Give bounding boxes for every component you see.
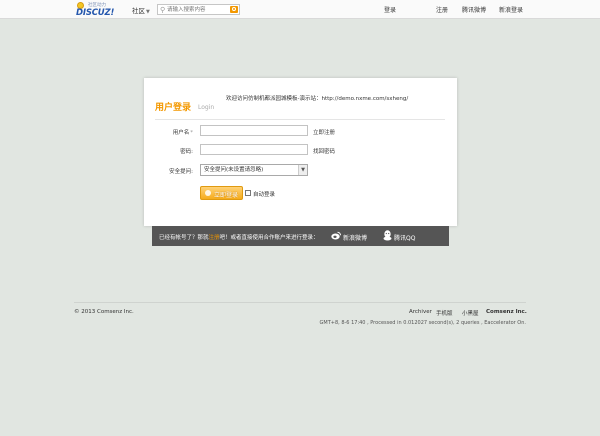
password-label: 密码: <box>180 149 193 155</box>
footer-gmt-info: GMT+8, 8-6 17:40 , Processed in 0.012027… <box>319 320 526 326</box>
register-link[interactable]: 立即注册 <box>313 128 335 136</box>
qq-icon[interactable] <box>383 230 392 241</box>
footer-divider <box>74 302 526 303</box>
login-icon <box>205 190 211 196</box>
qq-login-link[interactable]: 腾讯QQ <box>394 233 415 242</box>
remember-me-label[interactable]: 自动登录 <box>253 190 275 198</box>
login-submit-label: 立即登录 <box>214 192 239 199</box>
footer-link-archiver[interactable]: Archiver <box>409 309 432 315</box>
page-subtitle: Login <box>198 104 215 111</box>
security-question-value: 安全提问(未设置请忽略) <box>204 167 264 173</box>
social-prompt-post: 吧！或者直接使用合作账户来进行登录： <box>219 235 319 241</box>
security-question-label: 安全提问: <box>169 169 193 175</box>
social-login-bar: 已经有帐号了？那就注册吧！或者直接使用合作账户来进行登录： 新浪微博 腾讯QQ <box>152 226 449 246</box>
topnav-login[interactable]: 登录 <box>384 5 396 14</box>
security-question-select[interactable]: 安全提问(未设置请忽略) ▼ <box>200 164 308 176</box>
remember-me-checkbox[interactable] <box>245 190 251 196</box>
title-divider <box>155 119 445 120</box>
search-input[interactable] <box>167 5 227 14</box>
username-label-text: 用户名 <box>172 130 190 136</box>
discuz-logo[interactable]: 社区动力 DISCUZ! <box>74 2 114 18</box>
required-asterisk: * <box>190 130 193 136</box>
social-prompt: 已经有帐号了？那就注册吧！或者直接使用合作账户来进行登录： <box>159 233 319 241</box>
top-bar: 社区动力 DISCUZ! 社区▼ ⚲ 登录 注册 腾讯微博 新浪登录 <box>0 0 600 19</box>
login-panel: 欢迎访问仿制机都派园城模板-演示站：http://demo.nxme.com/s… <box>144 78 457 226</box>
search-box: ⚲ <box>157 4 240 15</box>
topnav-tencent-weibo[interactable]: 腾讯微博 <box>462 5 486 14</box>
search-button[interactable] <box>230 6 238 13</box>
search-icon: ⚲ <box>160 6 166 14</box>
topnav-sina-login[interactable]: 新浪登录 <box>499 5 523 14</box>
footer-link-blackroom[interactable]: 小黑屋 <box>462 309 479 317</box>
weibo-login-link[interactable]: 新浪微博 <box>343 233 367 242</box>
footer-company: Comsenz Inc. <box>486 309 527 315</box>
password-field[interactable] <box>200 144 308 155</box>
social-register-link[interactable]: 注册 <box>209 235 220 241</box>
username-label: 用户名* <box>173 128 193 136</box>
community-label: 社区 <box>132 7 145 15</box>
forgot-password-link[interactable]: 找回密码 <box>313 147 335 155</box>
page-title: 用户登录 <box>155 103 192 113</box>
community-menu[interactable]: 社区▼ <box>132 5 150 15</box>
welcome-notice: 欢迎访问仿制机都派园城模板-演示站：http://demo.nxme.com/s… <box>226 96 409 102</box>
chevron-down-icon: ▼ <box>298 165 307 175</box>
username-field[interactable] <box>200 125 308 136</box>
weibo-icon[interactable] <box>331 231 341 240</box>
topnav-register[interactable]: 注册 <box>436 5 448 14</box>
login-submit-button[interactable]: 立即登录 <box>200 186 243 200</box>
footer-link-mobile[interactable]: 手机版 <box>436 309 453 317</box>
logo-wordmark: DISCUZ! <box>76 8 115 18</box>
footer-copyright: © 2013 Comsenz Inc. <box>74 309 134 315</box>
social-prompt-pre: 已经有帐号了？那就 <box>159 235 209 241</box>
chevron-down-icon: ▼ <box>146 9 150 15</box>
